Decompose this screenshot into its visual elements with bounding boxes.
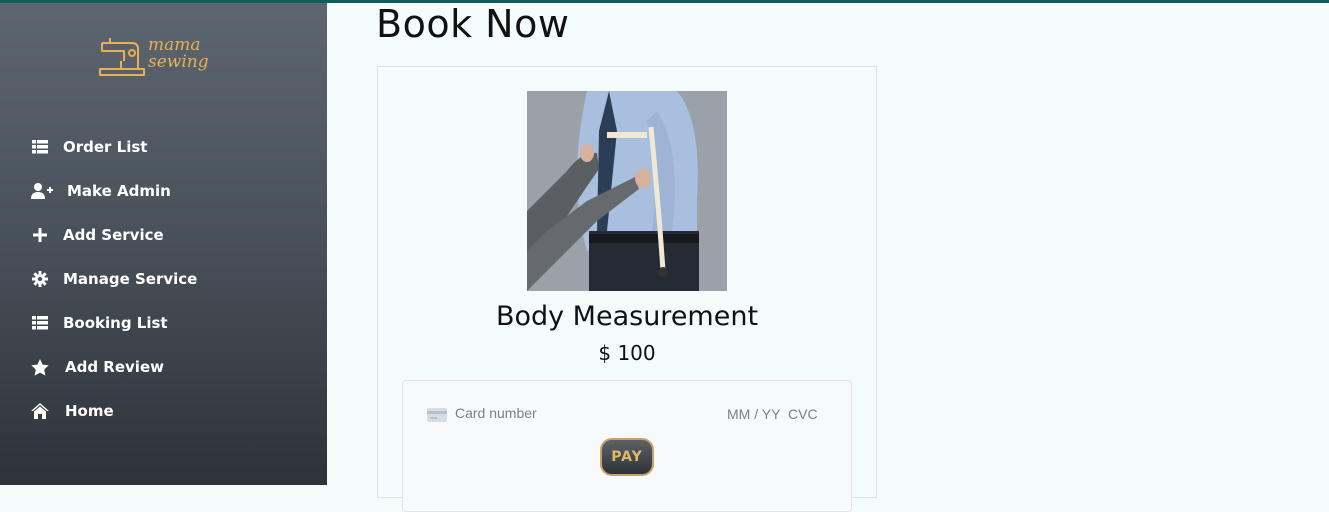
sidebar-item-manage-service[interactable]: Manage Service xyxy=(0,257,327,301)
service-name: Body Measurement xyxy=(495,301,759,332)
sidebar-item-booking-list[interactable]: Booking List xyxy=(0,301,327,345)
brand-logo[interactable]: mama sewing xyxy=(98,35,216,81)
credit-card-icon xyxy=(427,408,447,422)
booking-card: Body Measurement $ 100 MM / YY CVC PAY xyxy=(377,66,877,512)
sidebar-item-label: Add Service xyxy=(63,226,164,244)
list-icon xyxy=(31,315,49,331)
tailor-measuring-photo xyxy=(527,91,727,291)
brand-name: mama sewing xyxy=(148,37,209,71)
brand-line-2: sewing xyxy=(148,52,209,72)
sidebar-item-add-review[interactable]: Add Review xyxy=(0,345,327,389)
gear-icon xyxy=(31,271,49,287)
sewing-machine-icon xyxy=(99,38,145,76)
sidebar-item-label: Make Admin xyxy=(67,182,171,200)
service-price: $ 100 xyxy=(598,341,656,365)
payment-form: MM / YY CVC PAY xyxy=(402,380,852,512)
expiry-input[interactable]: MM / YY xyxy=(727,406,780,422)
plus-icon xyxy=(31,227,49,243)
sidebar-item-add-service[interactable]: Add Service xyxy=(0,213,327,257)
sidebar-item-label: Home xyxy=(65,402,114,420)
cvc-input[interactable]: CVC xyxy=(788,406,818,422)
sidebar-item-make-admin[interactable]: Make Admin xyxy=(0,169,327,213)
list-icon xyxy=(31,139,49,155)
sidebar: mama sewing Order List Make Admin Add Se… xyxy=(0,3,327,485)
star-icon xyxy=(31,358,49,376)
user-plus-icon xyxy=(31,183,53,199)
sidebar-item-label: Order List xyxy=(63,138,148,156)
service-image xyxy=(527,91,727,291)
home-icon xyxy=(31,403,49,419)
sidebar-item-label: Add Review xyxy=(65,358,164,376)
sidebar-nav: Order List Make Admin Add Service Manage… xyxy=(0,125,327,433)
sidebar-item-label: Manage Service xyxy=(63,270,198,288)
sidebar-item-home[interactable]: Home xyxy=(0,389,327,433)
page-title: Book Now xyxy=(376,2,570,46)
sidebar-item-label: Booking List xyxy=(63,314,168,332)
card-number-input[interactable] xyxy=(455,405,655,421)
pay-button[interactable]: PAY xyxy=(600,438,654,476)
sidebar-item-order-list[interactable]: Order List xyxy=(0,125,327,169)
